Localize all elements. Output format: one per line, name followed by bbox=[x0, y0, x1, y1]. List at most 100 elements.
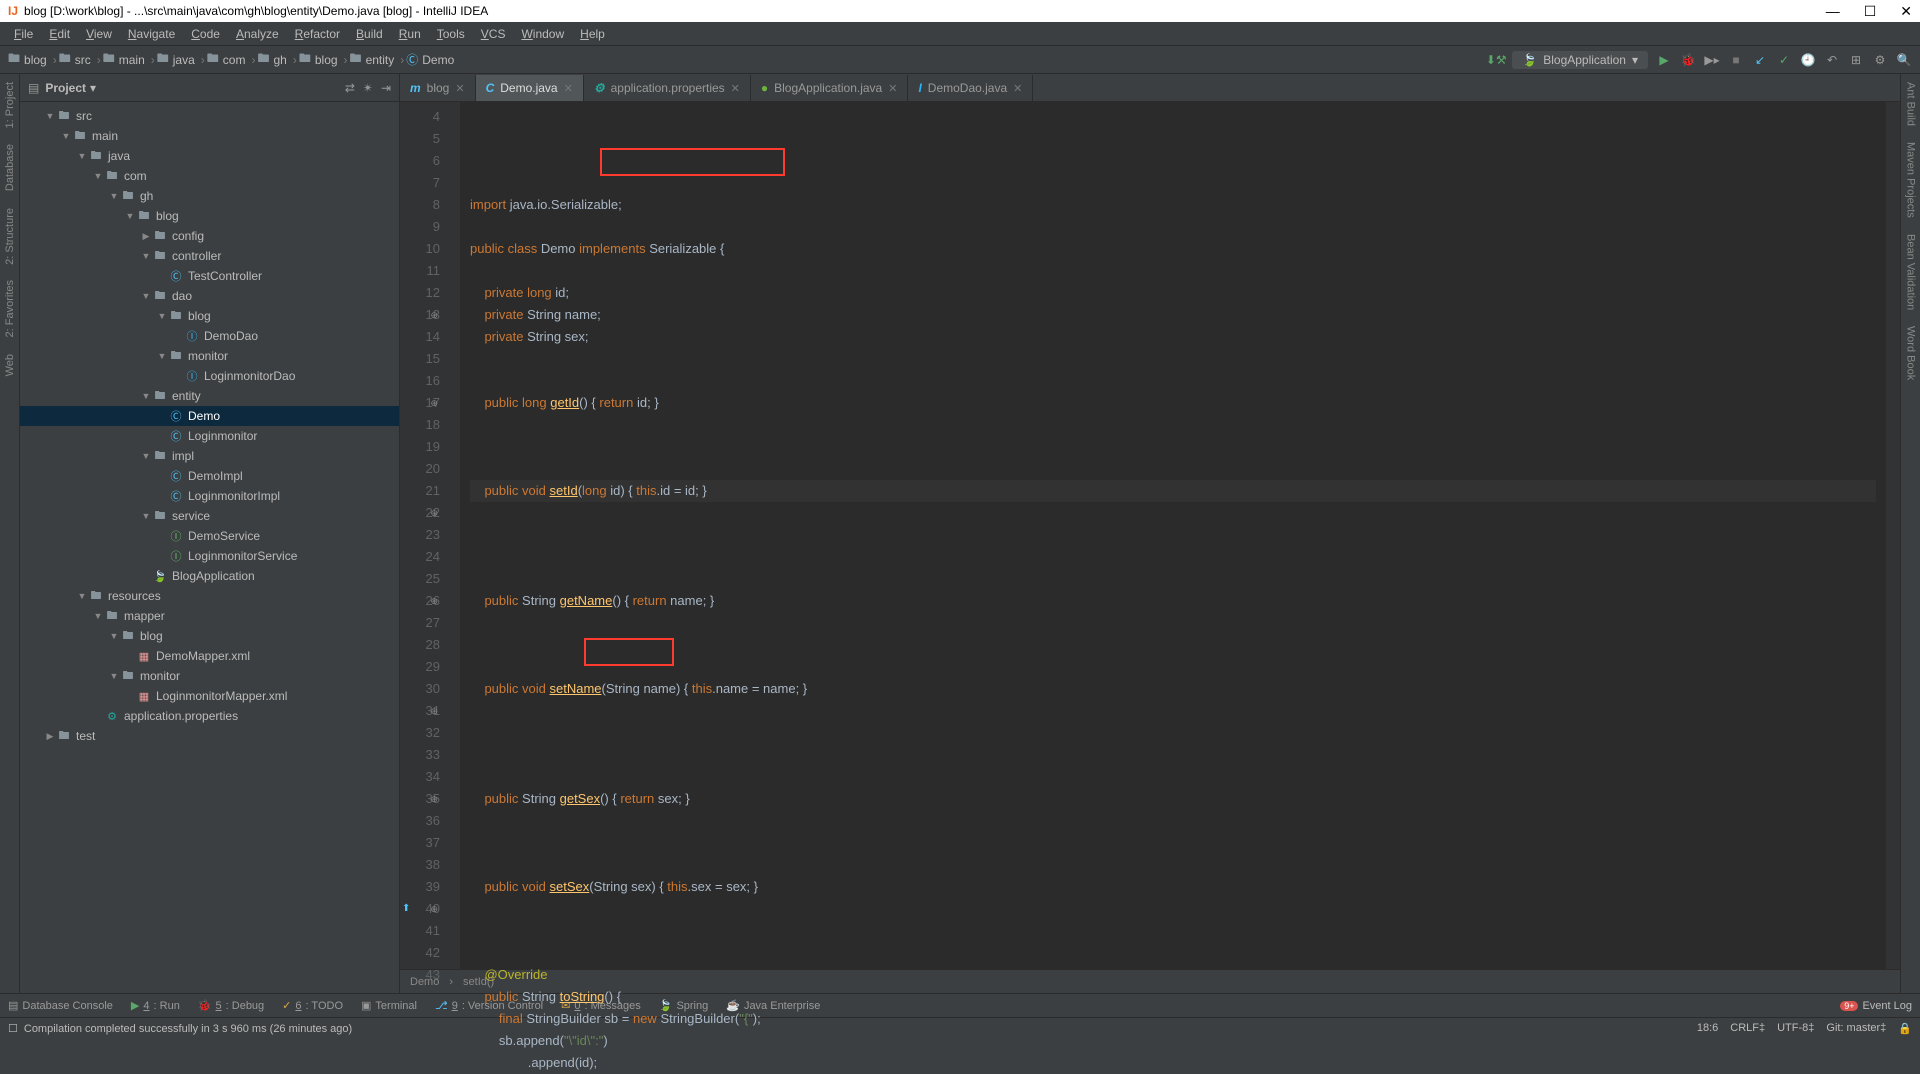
menu-code[interactable]: Code bbox=[185, 25, 226, 43]
tree-item-java[interactable]: ▼🖿java bbox=[20, 146, 399, 166]
collapse-all-icon[interactable]: ⇄ bbox=[345, 81, 355, 95]
run-coverage-button[interactable]: ▶▸ bbox=[1704, 52, 1720, 68]
left-tool-database[interactable]: Database bbox=[4, 140, 16, 195]
tree-item-entity[interactable]: ▼🖿entity bbox=[20, 386, 399, 406]
tab-blogapplicationjava[interactable]: ●BlogApplication.java✕ bbox=[751, 75, 909, 101]
project-view-dropdown[interactable]: ▾ bbox=[90, 81, 96, 95]
tree-item-blogapplication[interactable]: 🍃BlogApplication bbox=[20, 566, 399, 586]
tree-item-monitor[interactable]: ▼🖿monitor bbox=[20, 666, 399, 686]
right-tool-wordbook[interactable]: Word Book bbox=[1905, 322, 1917, 384]
debug-button[interactable]: 🐞 bbox=[1680, 52, 1696, 68]
tree-item-resources[interactable]: ▼🖿resources bbox=[20, 586, 399, 606]
menu-help[interactable]: Help bbox=[574, 25, 611, 43]
history-icon[interactable]: 🕘 bbox=[1800, 52, 1816, 68]
menu-analyze[interactable]: Analyze bbox=[230, 25, 285, 43]
tree-item-config[interactable]: ▶🖿config bbox=[20, 226, 399, 246]
bottom-tool-terminal[interactable]: ▣Terminal bbox=[361, 999, 417, 1012]
left-tool-project[interactable]: 1: Project bbox=[4, 78, 16, 132]
breadcrumb-src[interactable]: 🖿 src bbox=[59, 49, 91, 70]
panel-settings-icon[interactable]: ✴ bbox=[363, 81, 373, 95]
code-editor[interactable]: import java.io.Serializable;public class… bbox=[460, 102, 1886, 969]
tab-demodaojava[interactable]: IDemoDao.java✕ bbox=[908, 75, 1033, 101]
tree-item-demodao[interactable]: ⒾDemoDao bbox=[20, 326, 399, 346]
bottom-tool-run[interactable]: ▶4: Run bbox=[131, 999, 180, 1012]
maximize-button[interactable]: ☐ bbox=[1864, 3, 1877, 20]
menu-tools[interactable]: Tools bbox=[431, 25, 471, 43]
tree-item-blog[interactable]: ▼🖿blog bbox=[20, 306, 399, 326]
menu-navigate[interactable]: Navigate bbox=[122, 25, 181, 43]
menu-run[interactable]: Run bbox=[393, 25, 427, 43]
tree-item-loginmonitormapperxml[interactable]: ▦LoginmonitorMapper.xml bbox=[20, 686, 399, 706]
breadcrumb-entity[interactable]: 🖿 entity bbox=[350, 49, 395, 70]
search-everywhere-icon[interactable]: 🔍 bbox=[1896, 52, 1912, 68]
left-tool-web[interactable]: Web bbox=[4, 350, 16, 380]
minimize-button[interactable]: — bbox=[1826, 3, 1840, 20]
right-tool-mavenprojects[interactable]: Maven Projects bbox=[1905, 138, 1917, 222]
tree-item-dao[interactable]: ▼🖿dao bbox=[20, 286, 399, 306]
menu-refactor[interactable]: Refactor bbox=[289, 25, 346, 43]
lock-icon[interactable]: 🔒 bbox=[1898, 1022, 1912, 1035]
tree-item-demoimpl[interactable]: ⒸDemoImpl bbox=[20, 466, 399, 486]
right-tool-beanvalidation[interactable]: Bean Validation bbox=[1905, 230, 1917, 314]
bottom-tool-databaseconsole[interactable]: ▤Database Console bbox=[8, 999, 113, 1012]
tab-blog[interactable]: mblog✕ bbox=[400, 75, 476, 101]
tree-item-blog[interactable]: ▼🖿blog bbox=[20, 626, 399, 646]
right-tool-antbuild[interactable]: Ant Build bbox=[1905, 78, 1917, 130]
line-number-gutter[interactable]: 45678910111213⊕14151617⊕1819202122⊕23242… bbox=[400, 102, 460, 969]
tree-item-service[interactable]: ▼🖿service bbox=[20, 506, 399, 526]
breadcrumb-blog[interactable]: 🖿 blog bbox=[8, 49, 47, 70]
menu-edit[interactable]: Edit bbox=[43, 25, 76, 43]
breadcrumb-java[interactable]: 🖿 java bbox=[157, 49, 195, 70]
close-tab-icon[interactable]: ✕ bbox=[1013, 82, 1022, 95]
bottom-tool-todo[interactable]: ✓6: TODO bbox=[282, 999, 343, 1012]
close-tab-icon[interactable]: ✕ bbox=[564, 82, 573, 95]
tree-item-demo[interactable]: ⒸDemo bbox=[20, 406, 399, 426]
tree-item-applicationproperties[interactable]: ⚙application.properties bbox=[20, 706, 399, 726]
run-configuration-dropdown[interactable]: 🍃 BlogApplication ▾ bbox=[1512, 51, 1648, 69]
tree-item-loginmonitorservice[interactable]: ⒾLoginmonitorService bbox=[20, 546, 399, 566]
menu-file[interactable]: File bbox=[8, 25, 39, 43]
menu-vcs[interactable]: VCS bbox=[475, 25, 512, 43]
tree-item-controller[interactable]: ▼🖿controller bbox=[20, 246, 399, 266]
tree-item-gh[interactable]: ▼🖿gh bbox=[20, 186, 399, 206]
breadcrumb-main[interactable]: 🖿 main bbox=[103, 49, 145, 70]
structure-icon[interactable]: ⊞ bbox=[1848, 52, 1864, 68]
tree-item-test[interactable]: ▶🖿test bbox=[20, 726, 399, 746]
tree-item-impl[interactable]: ▼🖿impl bbox=[20, 446, 399, 466]
error-marker-strip[interactable] bbox=[1886, 102, 1900, 969]
breadcrumb-com[interactable]: 🖿 com bbox=[207, 49, 246, 70]
breadcrumb-blog[interactable]: 🖿 blog bbox=[299, 49, 338, 70]
update-vcs-icon[interactable]: ↙ bbox=[1752, 52, 1768, 68]
run-button[interactable]: ▶ bbox=[1656, 52, 1672, 68]
left-tool-favorites[interactable]: 2: Favorites bbox=[4, 276, 16, 341]
stop-button[interactable]: ■ bbox=[1728, 52, 1744, 68]
tree-item-loginmonitorimpl[interactable]: ⒸLoginmonitorImpl bbox=[20, 486, 399, 506]
menu-window[interactable]: Window bbox=[515, 25, 570, 43]
tab-demojava[interactable]: CDemo.java✕ bbox=[476, 75, 584, 101]
tree-item-loginmonitor[interactable]: ⒸLoginmonitor bbox=[20, 426, 399, 446]
breadcrumb-gh[interactable]: 🖿 gh bbox=[257, 49, 286, 70]
revert-icon[interactable]: ↶ bbox=[1824, 52, 1840, 68]
tree-item-src[interactable]: ▼🖿src bbox=[20, 106, 399, 126]
commit-icon[interactable]: ✓ bbox=[1776, 52, 1792, 68]
menu-view[interactable]: View bbox=[80, 25, 118, 43]
tree-item-main[interactable]: ▼🖿main bbox=[20, 126, 399, 146]
tree-item-monitor[interactable]: ▼🖿monitor bbox=[20, 346, 399, 366]
tree-item-loginmonitordao[interactable]: ⒾLoginmonitorDao bbox=[20, 366, 399, 386]
hide-panel-icon[interactable]: ⇥ bbox=[381, 81, 391, 95]
tree-item-demoservice[interactable]: ⒾDemoService bbox=[20, 526, 399, 546]
tree-item-demomapperxml[interactable]: ▦DemoMapper.xml bbox=[20, 646, 399, 666]
settings-icon[interactable]: ⚙ bbox=[1872, 52, 1888, 68]
build-icon[interactable]: ⬇⚒ bbox=[1488, 52, 1504, 68]
menu-build[interactable]: Build bbox=[350, 25, 389, 43]
tree-item-blog[interactable]: ▼🖿blog bbox=[20, 206, 399, 226]
bottom-tool-debug[interactable]: 🐞5: Debug bbox=[198, 999, 264, 1012]
close-button[interactable]: ✕ bbox=[1900, 3, 1912, 20]
close-tab-icon[interactable]: ✕ bbox=[888, 82, 897, 95]
close-tab-icon[interactable]: ✕ bbox=[455, 82, 464, 95]
project-tree[interactable]: ▼🖿src▼🖿main▼🖿java▼🖿com▼🖿gh▼🖿blog▶🖿config… bbox=[20, 102, 399, 993]
breadcrumb-Demo[interactable]: Ⓒ Demo bbox=[406, 51, 454, 68]
tab-applicationproperties[interactable]: ⚙application.properties✕ bbox=[584, 75, 751, 101]
close-tab-icon[interactable]: ✕ bbox=[731, 82, 740, 95]
tree-item-com[interactable]: ▼🖿com bbox=[20, 166, 399, 186]
